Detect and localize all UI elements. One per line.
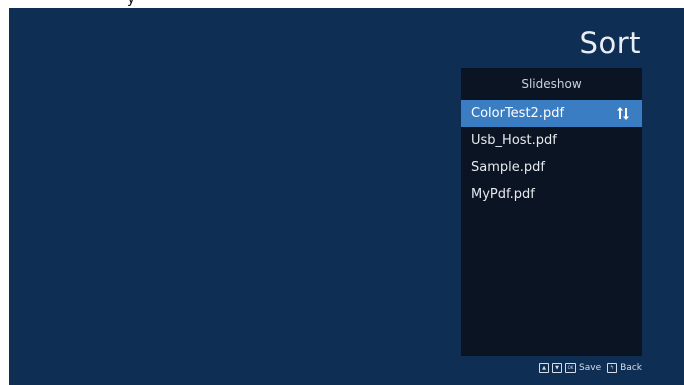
cropped-text-glyph: y xyxy=(127,0,135,7)
file-item-label: ColorTest2.pdf xyxy=(471,106,565,121)
save-hint-label: Save xyxy=(579,363,602,373)
panel-header: Slideshow xyxy=(521,77,582,91)
ok-key-icon: OK xyxy=(565,363,577,373)
file-item-colortest2[interactable]: ColorTest2.pdf xyxy=(461,100,642,127)
file-item-label: MyPdf.pdf xyxy=(471,187,535,202)
file-item-label: Usb_Host.pdf xyxy=(471,133,557,148)
back-key-icon: ↰ xyxy=(607,363,618,373)
file-item-label: Sample.pdf xyxy=(471,160,545,175)
page-title: Sort xyxy=(579,26,641,60)
sort-up-down-icon xyxy=(617,107,629,120)
file-item-sample[interactable]: Sample.pdf xyxy=(461,154,642,181)
file-item-usb-host[interactable]: Usb_Host.pdf xyxy=(461,127,642,154)
sort-panel: Slideshow ColorTest2.pdf Usb_Host.pdf Sa… xyxy=(461,68,642,356)
file-item-mypdf[interactable]: MyPdf.pdf xyxy=(461,181,642,208)
top-strip: y xyxy=(0,0,684,8)
down-key-icon: ▼ xyxy=(552,363,563,373)
back-hint-label: Back xyxy=(620,363,642,373)
file-list: ColorTest2.pdf Usb_Host.pdf Sample.pdf M… xyxy=(461,100,642,208)
footer-hints: ▲ ▼ OK Save ↰ Back xyxy=(539,362,642,374)
up-key-icon: ▲ xyxy=(539,363,550,373)
